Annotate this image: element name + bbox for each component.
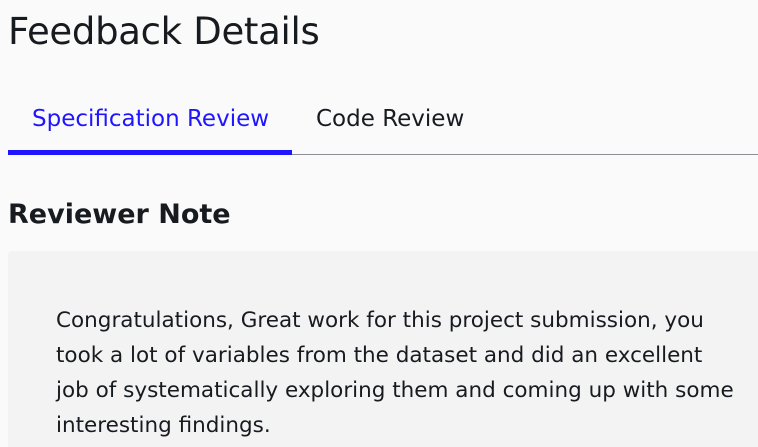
reviewer-note-heading: Reviewer Note — [8, 199, 231, 230]
review-tabs: Specification Review Code Review — [8, 84, 758, 156]
page-title: Feedback Details — [8, 10, 320, 53]
reviewer-note-box: Congratulations, Great work for this pro… — [8, 251, 758, 447]
reviewer-note-text: Congratulations, Great work for this pro… — [56, 308, 734, 438]
tab-code-review[interactable]: Code Review — [292, 84, 464, 156]
active-tab-indicator — [8, 150, 292, 155]
tab-specification-review[interactable]: Specification Review — [8, 84, 292, 156]
